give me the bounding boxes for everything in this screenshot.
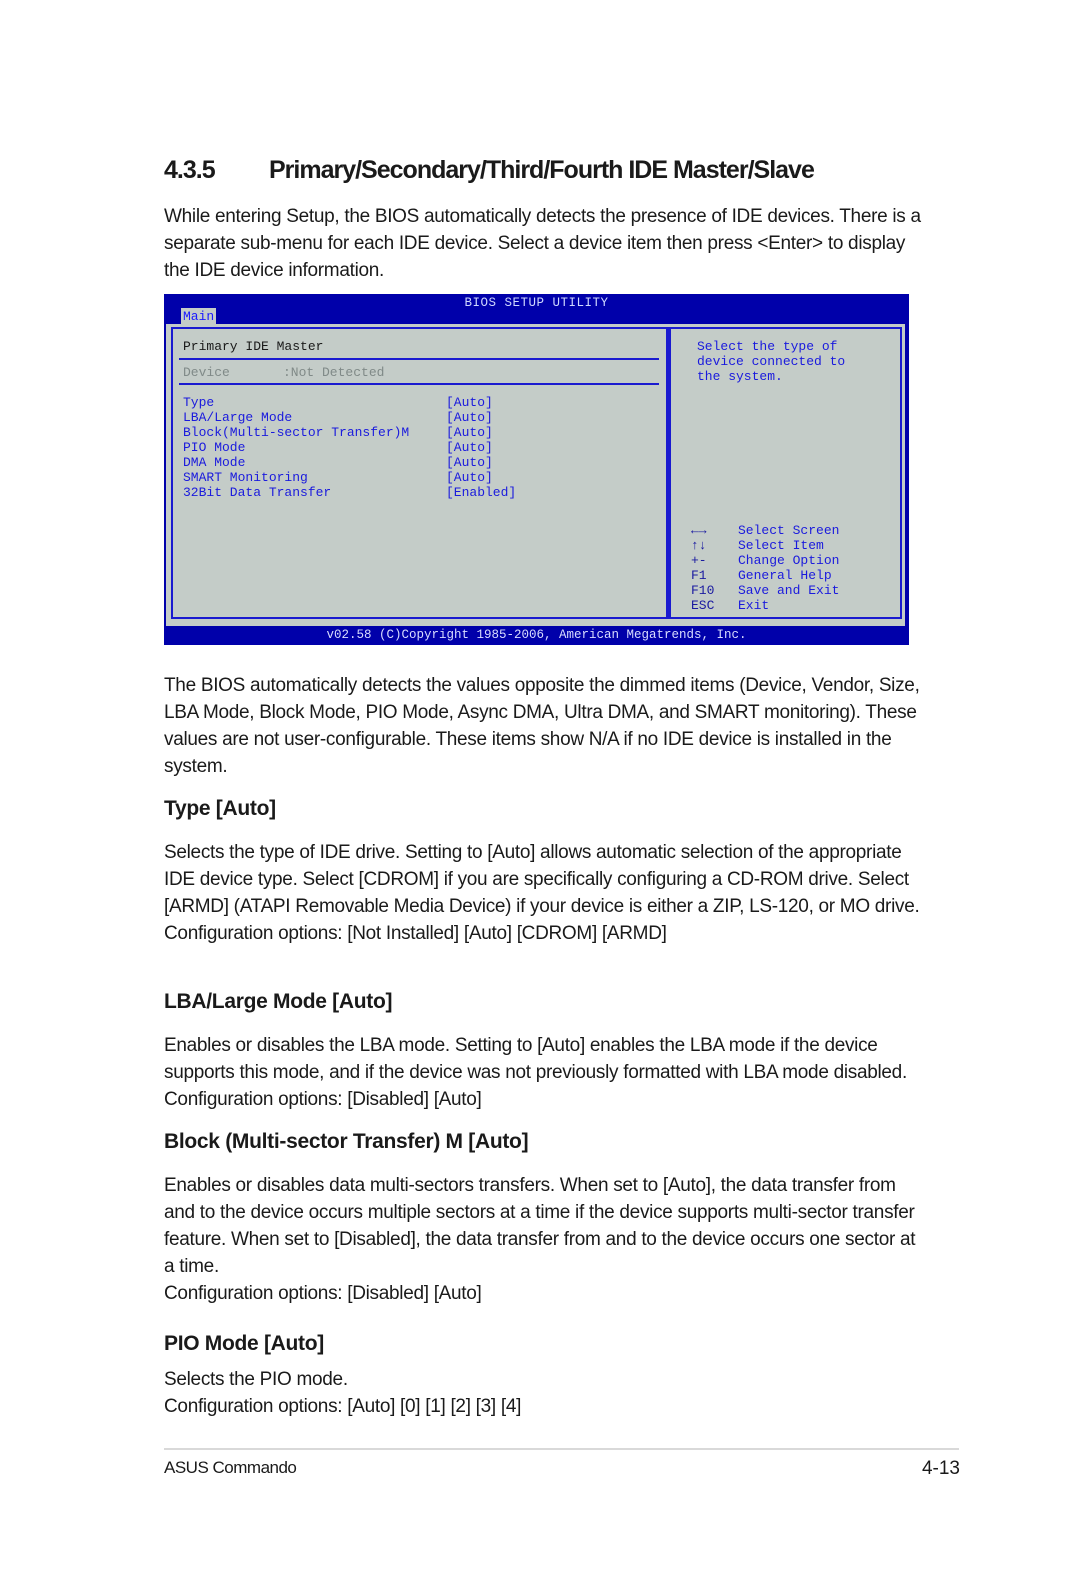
bios-copyright: v02.58 (C)Copyright 1985-2006, American … — [326, 628, 747, 642]
config-options: Configuration options: [Disabled] [Auto] — [164, 1283, 482, 1304]
device-value: :Not Detected — [283, 365, 385, 380]
item-value: [Auto] — [446, 425, 493, 440]
item-label: SMART Monitoring — [183, 470, 308, 485]
key-action: Change Option — [738, 553, 840, 568]
key-row: F1 General Help — [691, 568, 839, 583]
bios-heading: Primary IDE Master — [183, 339, 324, 354]
item-value: [Auto] — [446, 410, 493, 425]
item-label: DMA Mode — [183, 455, 246, 470]
key-action: Save and Exit — [738, 583, 840, 598]
intro-text: While entering Setup, the BIOS automatic… — [164, 206, 921, 281]
key-row: +- Change Option — [691, 553, 839, 568]
subsection-body-pio: Selects the PIO mode. Configuration opti… — [164, 1366, 924, 1420]
footer-product: ASUS Commando — [164, 1458, 297, 1477]
key-action: General Help — [738, 568, 832, 583]
key-row: ESC Exit — [691, 598, 839, 613]
subsection-text: Selects the PIO mode. — [164, 1369, 348, 1390]
device-label: Device — [183, 365, 230, 380]
section-number: 4.3.5 — [164, 156, 216, 184]
bios-item-lba-large-mode[interactable]: LBA/Large Mode [Auto] — [183, 410, 493, 425]
help-line: device connected to — [697, 354, 846, 369]
subsection-body-type: Selects the type of IDE drive. Setting t… — [164, 839, 924, 947]
key-label: F1 — [691, 568, 707, 583]
bios-title: BIOS SETUP UTILITY — [464, 296, 609, 310]
bios-help-panel: Select the type of device connected to t… — [669, 327, 902, 619]
left-right-arrows-icon: ←→ — [691, 523, 707, 538]
auto-detect-paragraph: The BIOS automatically detects the value… — [164, 672, 924, 780]
bios-settings-panel: Primary IDE Master Device :Not Detected T… — [171, 327, 668, 619]
item-label: PIO Mode — [183, 440, 246, 455]
section-title-text: Primary/Secondary/Third/Fourth IDE Maste… — [269, 156, 815, 184]
subsection-body-lba: Enables or disables the LBA mode. Settin… — [164, 1032, 924, 1113]
key-action: Select Screen — [738, 523, 840, 538]
item-value: [Auto] — [446, 440, 493, 455]
intro-paragraph: While entering Setup, the BIOS automatic… — [164, 203, 924, 284]
item-value: [Auto] — [446, 470, 493, 485]
page-number: 4-13 — [921, 1458, 960, 1479]
auto-detect-text: The BIOS automatically detects the value… — [164, 675, 920, 777]
bios-item-block-mode[interactable]: Block(Multi-sector Transfer)M [Auto] — [183, 425, 493, 440]
item-label: Block(Multi-sector Transfer)M — [183, 425, 410, 440]
config-options: Configuration options: [Auto] [0] [1] [2… — [164, 1396, 522, 1417]
footer-divider — [164, 1448, 959, 1450]
key-label: ESC — [691, 598, 715, 613]
subsection-title-pio: PIO Mode [Auto] — [164, 1332, 324, 1355]
bios-body: Primary IDE Master Device :Not Detected T… — [166, 324, 905, 626]
subsection-text: Selects the type of IDE drive. Setting t… — [164, 842, 920, 917]
key-row: ←→ Select Screen — [691, 523, 839, 538]
subsection-title-lba: LBA/Large Mode [Auto] — [164, 990, 393, 1013]
section-title: 4.3.5 Primary/Secondary/Third/Fourth IDE … — [164, 156, 815, 185]
up-down-arrows-icon: ↑↓ — [691, 538, 707, 553]
bios-key-legend: ←→ Select Screen ↑↓ Select Item +- Change O… — [691, 523, 839, 613]
bios-item-type[interactable]: Type [Auto] — [183, 395, 493, 410]
subsection-text: Enables or disables data multi-sectors t… — [164, 1175, 916, 1277]
item-value: [Auto] — [446, 455, 493, 470]
subsection-title-type: Type [Auto] — [164, 797, 276, 820]
help-line: Select the type of — [697, 339, 838, 354]
key-label: +- — [691, 553, 707, 568]
bios-item-dma-mode[interactable]: DMA Mode [Auto] — [183, 455, 493, 470]
key-action: Select Item — [738, 538, 824, 553]
item-label: 32Bit Data Transfer — [183, 485, 332, 500]
config-options: Configuration options: [Not Installed] [… — [164, 923, 667, 944]
bios-item-smart-monitoring[interactable]: SMART Monitoring [Auto] — [183, 470, 493, 485]
subsection-body-block: Enables or disables data multi-sectors t… — [164, 1172, 924, 1307]
bios-divider — [179, 383, 659, 385]
subsection-title-block: Block (Multi-sector Transfer) M [Auto] — [164, 1130, 529, 1153]
bios-screenshot: BIOS SETUP UTILITY Main Primary IDE Mast… — [164, 294, 909, 645]
item-label: LBA/Large Mode — [183, 410, 293, 425]
key-label: F10 — [691, 583, 715, 598]
bios-device-row: Device :Not Detected — [183, 365, 384, 380]
item-value: [Enabled] — [446, 485, 517, 500]
subsection-text: Enables or disables the LBA mode. Settin… — [164, 1035, 907, 1110]
bios-item-32bit-data-transfer[interactable]: 32Bit Data Transfer [Enabled] — [183, 485, 516, 500]
key-action: Exit — [738, 598, 770, 613]
bios-help-text: Select the type of device connected to t… — [697, 339, 897, 384]
bios-divider — [179, 358, 659, 360]
bios-item-pio-mode[interactable]: PIO Mode [Auto] — [183, 440, 493, 455]
item-label: Type — [183, 395, 215, 410]
key-row: ↑↓ Select Item — [691, 538, 839, 553]
help-line: the system. — [697, 369, 783, 384]
bios-item-list: Type [Auto] LBA/Large Mode [Auto] Block(Mu… — [183, 395, 516, 500]
bios-tab-main[interactable]: Main — [181, 308, 217, 324]
key-row: F10 Save and Exit — [691, 583, 839, 598]
item-value: [Auto] — [446, 395, 493, 410]
